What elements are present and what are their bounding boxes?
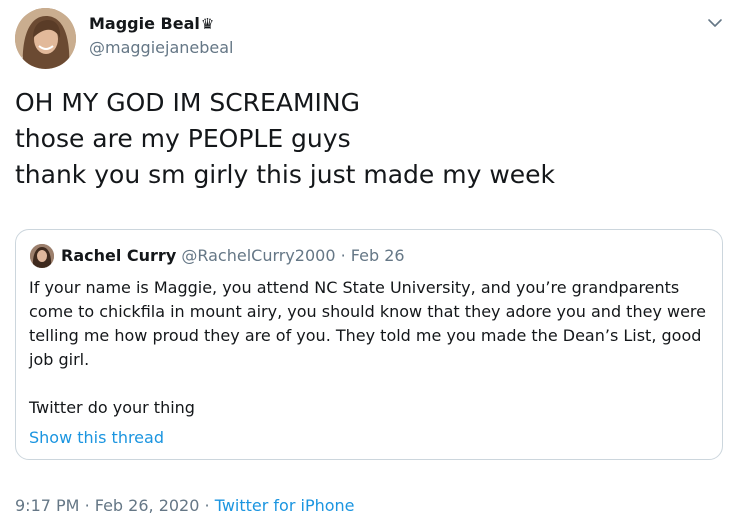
tweet-text-line: OH MY GOD IM SCREAMING	[15, 88, 360, 117]
tweet-source-link[interactable]: Twitter for iPhone	[215, 496, 355, 515]
quoted-tweet-paragraph: Twitter do your thing	[29, 398, 195, 417]
meta-separator: ·	[84, 496, 90, 515]
tweet-time[interactable]: 9:17 PM	[15, 496, 79, 515]
crown-icon: ♛	[200, 15, 215, 33]
tweet-text-line: those are my PEOPLE guys	[15, 124, 351, 153]
meta-separator: ·	[204, 496, 210, 515]
chevron-down-icon[interactable]	[706, 14, 724, 32]
quoted-tweet-date: Feb 26	[350, 246, 405, 265]
quoted-tweet-text: If your name is Maggie, you attend NC St…	[29, 276, 709, 420]
quoted-author-avatar	[30, 244, 54, 268]
tweet-text: OH MY GOD IM SCREAMING those are my PEOP…	[15, 85, 730, 193]
author-avatar[interactable]	[15, 8, 76, 69]
author-handle[interactable]: @maggiejanebeal	[89, 38, 233, 58]
tweet-date[interactable]: Feb 26, 2020	[95, 496, 200, 515]
tweet-text-line: thank you sm girly this just made my wee…	[15, 160, 556, 189]
show-thread-link[interactable]: Show this thread	[29, 426, 164, 450]
quoted-author-avatar-image	[30, 244, 54, 268]
author-name[interactable]: Maggie Beal♛	[89, 13, 214, 35]
author-name-text: Maggie Beal	[89, 14, 200, 33]
quoted-tweet-header: Rachel Curry @RachelCurry2000 · Feb 26	[61, 245, 405, 267]
quoted-author-name: Rachel Curry	[61, 246, 177, 265]
quoted-author-handle: @RachelCurry2000	[181, 246, 336, 265]
tweet-meta: 9:17 PM · Feb 26, 2020 · Twitter for iPh…	[15, 494, 355, 518]
quoted-tweet-paragraph: If your name is Maggie, you attend NC St…	[29, 278, 706, 369]
quoted-separator: ·	[340, 246, 346, 265]
quoted-tweet-card[interactable]: Rachel Curry @RachelCurry2000 · Feb 26 I…	[15, 229, 723, 460]
author-avatar-image	[15, 8, 76, 69]
